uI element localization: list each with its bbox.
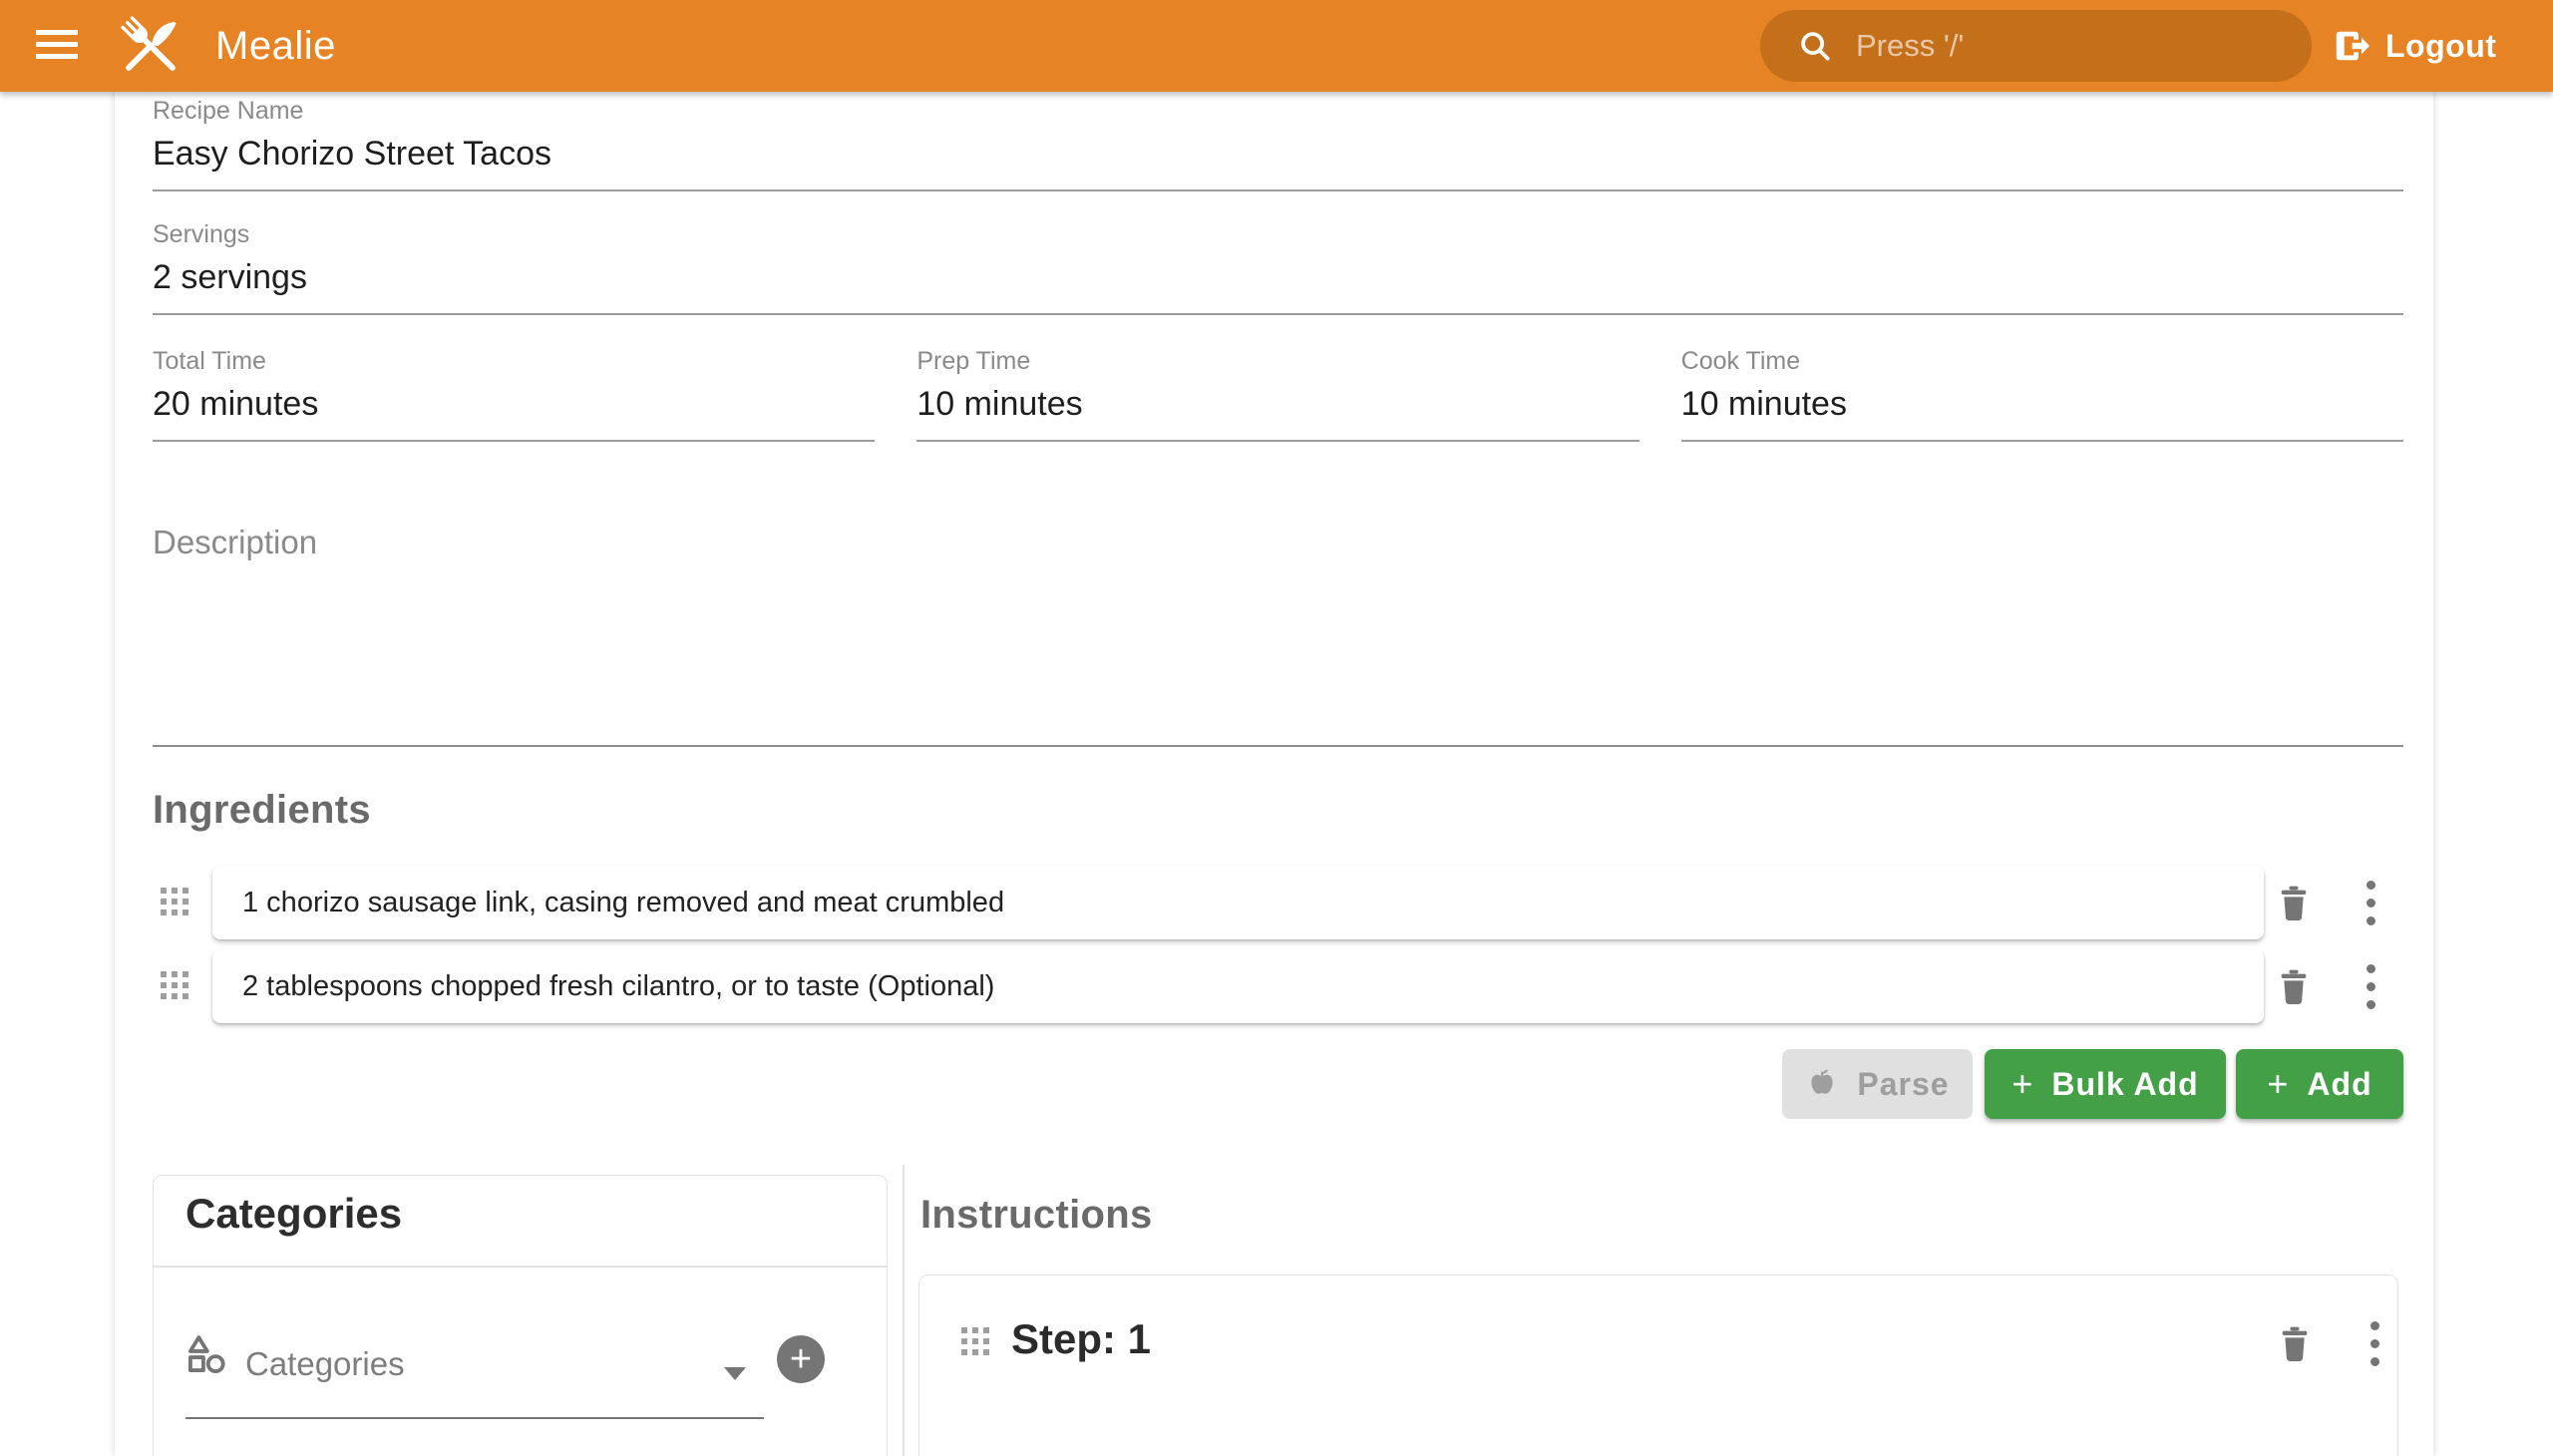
parse-label: Parse <box>1857 1066 1949 1103</box>
app-title: Mealie <box>215 0 336 92</box>
categories-card: Categories Categories + <box>153 1175 888 1456</box>
ingredient-input-box <box>212 949 2264 1023</box>
recipe-name-field: Recipe Name <box>153 96 2403 191</box>
menu-icon[interactable] <box>36 30 78 64</box>
plus-icon: + <box>2267 1066 2289 1102</box>
instructions-heading: Instructions <box>920 1193 1153 1238</box>
servings-label: Servings <box>153 219 2403 249</box>
prep-time-field: Prep Time <box>916 346 1639 442</box>
divider <box>154 1266 887 1268</box>
select-underline <box>185 1417 764 1419</box>
add-label: Add <box>2307 1066 2371 1103</box>
mealie-recipe-editor: Mealie Logout Recipe Name Servings <box>0 0 2553 1456</box>
trash-icon <box>2275 1323 2315 1363</box>
recipe-name-label: Recipe Name <box>153 96 2403 126</box>
description-field: Description <box>153 521 2403 747</box>
recipe-name-input[interactable] <box>153 126 2403 191</box>
kebab-menu-icon <box>2371 1321 2379 1366</box>
column-divider <box>903 1165 905 1456</box>
drag-handle-icon[interactable] <box>961 1327 991 1357</box>
servings-input[interactable] <box>153 249 2403 315</box>
apple-icon <box>1805 1067 1839 1101</box>
drag-handle-icon[interactable] <box>161 888 190 917</box>
mealie-logo-icon <box>114 9 187 83</box>
ingredient-menu-button[interactable] <box>2349 881 2392 924</box>
ingredient-menu-button[interactable] <box>2349 964 2392 1008</box>
trash-icon <box>2274 966 2314 1006</box>
ingredient-input[interactable] <box>212 970 2264 1003</box>
ingredient-input-box <box>212 866 2264 939</box>
categories-title: Categories <box>185 1190 402 1238</box>
categories-select[interactable]: Categories <box>245 1345 405 1383</box>
plus-icon: + <box>2011 1066 2033 1102</box>
search-icon <box>1796 27 1834 65</box>
add-ingredient-button[interactable]: + Add <box>2236 1049 2403 1119</box>
delete-ingredient-button[interactable] <box>2272 881 2316 924</box>
kebab-menu-icon <box>2367 881 2375 925</box>
prep-time-label: Prep Time <box>916 346 1639 376</box>
prep-time-input[interactable] <box>916 376 1639 442</box>
instruction-step-card: Step: 1 Combine crumbled chorizo and chi… <box>918 1274 2398 1456</box>
bulk-add-label: Bulk Add <box>2051 1066 2198 1103</box>
recipe-editor-card: Recipe Name Servings Total Time Prep Tim… <box>115 92 2433 1456</box>
chevron-down-icon[interactable] <box>724 1367 746 1380</box>
parse-button[interactable]: Parse <box>1782 1049 1973 1119</box>
ingredient-row <box>115 949 2433 1023</box>
total-time-label: Total Time <box>153 346 875 376</box>
app-header: Mealie Logout <box>0 0 2553 92</box>
step-menu-button[interactable] <box>2353 1321 2396 1365</box>
total-time-field: Total Time <box>153 346 875 442</box>
drag-handle-icon[interactable] <box>161 971 190 1001</box>
search-input[interactable] <box>1856 28 2235 64</box>
add-category-button[interactable]: + <box>777 1335 825 1383</box>
description-textarea[interactable] <box>153 564 2403 724</box>
delete-step-button[interactable] <box>2273 1321 2317 1365</box>
cook-time-label: Cook Time <box>1681 346 2403 376</box>
logout-icon <box>2332 27 2370 65</box>
cook-time-input[interactable] <box>1681 376 2403 442</box>
kebab-menu-icon <box>2367 964 2375 1009</box>
servings-field: Servings <box>153 219 2403 315</box>
total-time-input[interactable] <box>153 376 875 442</box>
logout-label: Logout <box>2385 28 2496 65</box>
ingredient-input[interactable] <box>212 887 2264 919</box>
bulk-add-button[interactable]: + Bulk Add <box>1985 1049 2226 1119</box>
ingredient-row <box>115 866 2433 939</box>
logout-button[interactable]: Logout <box>2332 0 2496 92</box>
ingredients-heading: Ingredients <box>153 788 371 833</box>
search-bar[interactable] <box>1760 10 2312 82</box>
description-label: Description <box>153 521 2403 564</box>
plus-icon: + <box>790 1340 812 1378</box>
times-row: Total Time Prep Time Cook Time <box>153 346 2403 442</box>
trash-icon <box>2274 883 2314 922</box>
cook-time-field: Cook Time <box>1681 346 2403 442</box>
shapes-icon <box>183 1331 229 1377</box>
step-title: Step: 1 <box>1011 1315 1151 1363</box>
delete-ingredient-button[interactable] <box>2272 964 2316 1008</box>
